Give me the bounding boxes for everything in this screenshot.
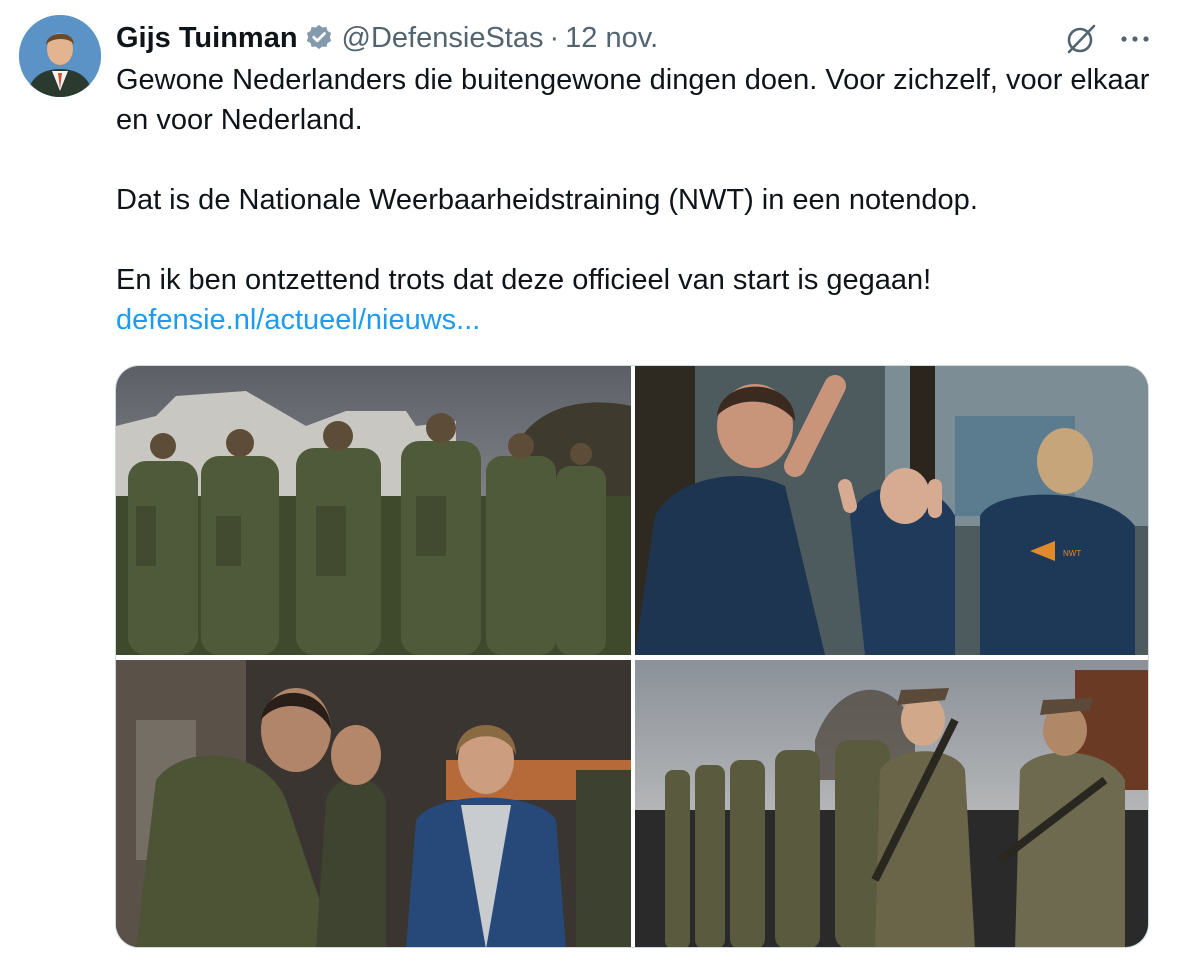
tweet-header: Gijs Tuinman @DefensieStas · 12 nov. — [116, 18, 658, 58]
svg-text:NWT: NWT — [1063, 549, 1081, 558]
tweet-paragraph-2: Dat is de Nationale Weerbaarheidstrainin… — [116, 184, 978, 216]
tweet-paragraph-3: En ik ben ontzettend trots dat deze offi… — [116, 264, 932, 296]
avatar[interactable] — [19, 15, 101, 97]
tweet-paragraph-1: Gewone Nederlanders die buitengewone din… — [116, 64, 1150, 136]
tweet-text: Gewone Nederlanders die buitengewone din… — [116, 60, 1156, 340]
tweet-date[interactable]: 12 nov. — [565, 22, 658, 55]
author-name[interactable]: Gijs Tuinman — [116, 22, 298, 55]
high-five-training-photo[interactable]: NWT — [635, 366, 1148, 655]
article-link[interactable]: defensie.nl/actueel/nieuws... — [116, 304, 480, 336]
grok-icon[interactable] — [1064, 22, 1098, 56]
tweet-actions — [1064, 22, 1150, 56]
author-handle[interactable]: @DefensieStas — [342, 22, 544, 55]
media-grid: NWT — [115, 365, 1149, 948]
more-options-icon[interactable] — [1120, 34, 1150, 44]
minister-with-recruits-photo[interactable] — [116, 660, 631, 947]
separator-dot: · — [549, 21, 560, 54]
soldiers-lined-up-photo[interactable] — [116, 366, 631, 655]
soldiers-with-rifles-photo[interactable] — [635, 660, 1148, 947]
verified-badge-icon — [304, 23, 334, 53]
tweet: Gijs Tuinman @DefensieStas · 12 nov. Gew… — [0, 0, 1180, 964]
